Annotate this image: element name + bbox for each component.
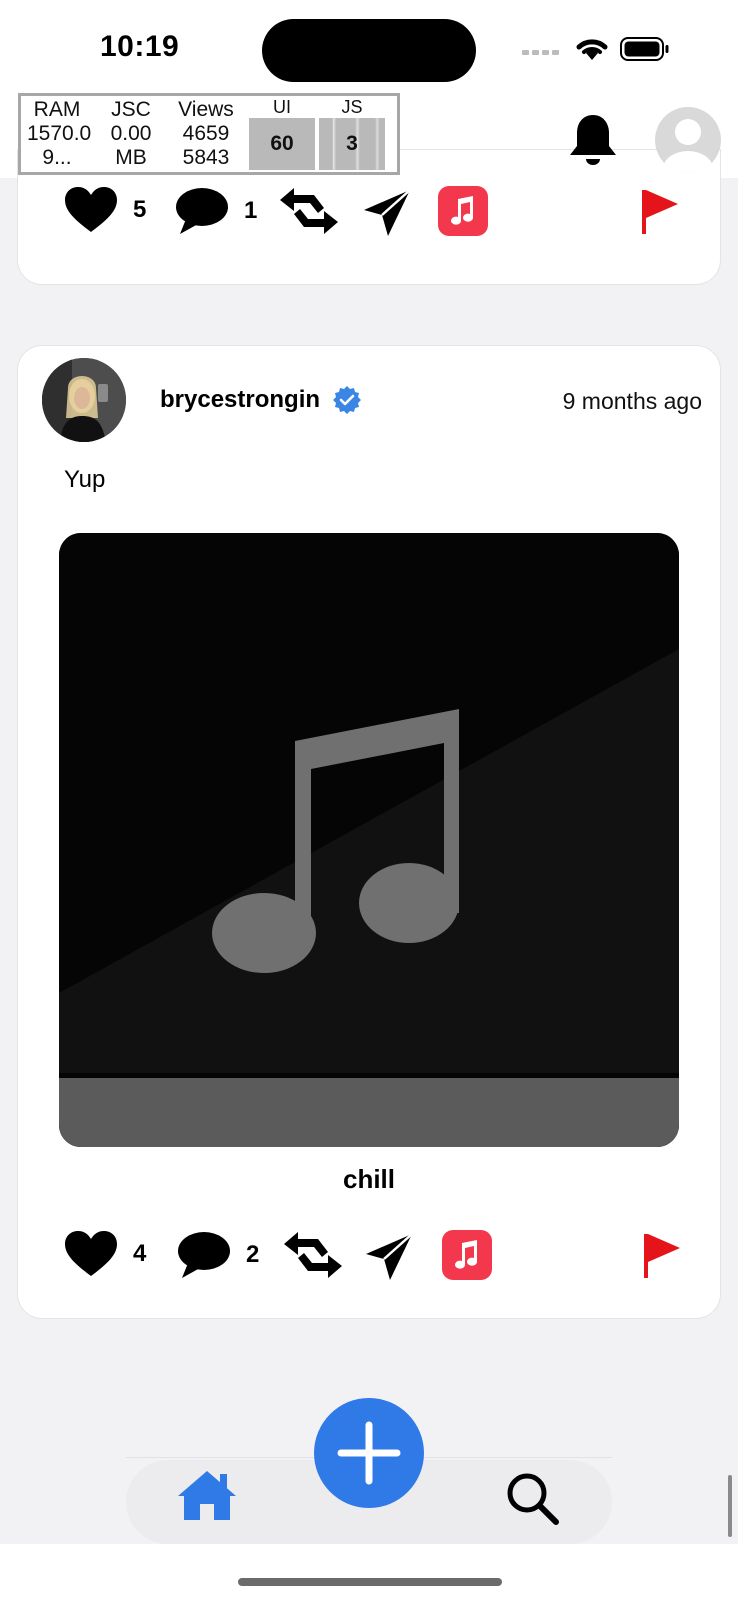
send-icon[interactable] [364,1232,414,1282]
apple-music-icon[interactable] [442,1230,492,1280]
home-indicator-area [0,1544,738,1600]
cellular-signal-icon [522,50,559,55]
repost-icon[interactable] [276,186,342,236]
like-action[interactable]: 5 [63,186,146,234]
post-actions: 4 2 [18,1226,720,1286]
js-fps-label: JS [341,97,363,117]
send-icon[interactable] [362,188,412,238]
ram-column: RAM 1570.0 9... [27,98,92,169]
post-timestamp: 9 months ago [562,388,702,414]
post-card: brycestrongin 9 months ago Yup chill 4 2 [18,346,720,1318]
post-header: brycestrongin 9 months ago [42,358,702,444]
flag-icon[interactable] [642,1232,682,1280]
post-text: Yup [64,466,106,493]
ui-fps-value: 60 [270,132,294,155]
like-action[interactable]: 4 [63,1230,146,1278]
track-artwork[interactable] [59,533,679,1147]
music-note-icon [59,533,679,1147]
home-indicator[interactable] [238,1578,502,1586]
jsc-column: JSC 0.00 MB [110,98,152,169]
ui-fps-graph: 60 [249,118,315,170]
scrollbar-thumb[interactable] [728,1475,732,1537]
profile-avatar[interactable] [655,107,721,173]
performance-monitor: RAM 1570.0 9... JSC 0.00 MB Views 4659 5… [18,93,400,175]
battery-icon [620,37,669,61]
create-post-button[interactable] [314,1398,424,1508]
comment-count: 2 [246,1241,260,1268]
like-count: 5 [133,196,147,223]
dynamic-island [262,19,476,82]
comment-icon[interactable] [176,1230,232,1280]
bell-icon[interactable] [567,112,619,168]
repost-icon[interactable] [280,1230,346,1280]
avatar-placeholder-icon [663,119,713,173]
wifi-icon [576,39,608,60]
heart-icon[interactable] [63,186,119,234]
search-icon[interactable] [504,1470,560,1526]
user-photo [42,358,126,442]
comment-action[interactable]: 1 [174,186,257,236]
track-title[interactable]: chill [18,1164,720,1195]
home-icon[interactable] [176,1468,238,1522]
plus-icon [337,1421,401,1485]
js-fps-graph: 3 [319,118,385,170]
js-fps-value: 3 [346,132,358,155]
comment-count: 1 [244,197,258,224]
comment-action[interactable]: 2 [176,1230,259,1280]
flag-icon[interactable] [640,188,680,236]
verified-badge-icon [333,386,361,414]
comment-icon[interactable] [174,186,230,236]
status-time: 10:19 [100,30,180,63]
ui-fps-label: UI [273,97,291,117]
apple-music-icon[interactable] [438,186,488,236]
user-avatar[interactable] [42,358,126,442]
username[interactable]: brycestrongin [160,386,320,414]
views-column: Views 4659 5843 [178,98,234,169]
heart-icon[interactable] [63,1230,119,1278]
previous-post-actions: 5 1 [18,182,720,242]
like-count: 4 [133,1240,147,1267]
